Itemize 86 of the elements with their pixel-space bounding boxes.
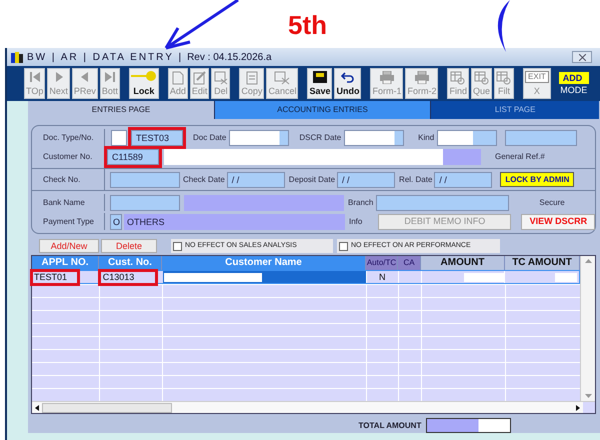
exit-icon: EXIT [525,71,549,83]
toolbar-button[interactable]: Lock [128,68,159,99]
column-header: TC AMOUNT [505,256,580,270]
field-label: Secure [539,196,565,208]
copy-icon [246,71,258,85]
field-label: Info [349,216,362,228]
key-icon [130,71,157,81]
detail-button[interactable]: Add/New [39,239,99,253]
cancel-icon [274,71,290,85]
page-icon [172,71,184,85]
bank-name-field[interactable] [110,194,180,210]
grid-search-icon [496,71,512,85]
customer-name-field[interactable] [164,148,481,164]
toolbar-button[interactable]: Undo [334,68,362,99]
total-amount-label: TOTAL AMOUNT [358,420,422,432]
field-label: Check No. [42,174,82,186]
floppy-icon [312,71,327,83]
dscr-date-field[interactable] [344,130,404,146]
field-label: Rel. Date [399,174,432,186]
window-revision: Rev : 04.15.2026.a [187,50,272,64]
general-ref-field[interactable] [505,130,578,146]
lock-by-admin-button[interactable]: LOCK BY ADMIN [500,172,574,187]
first-record-icon [28,71,41,83]
table-cell-text: C13013 [102,271,136,283]
view-dscrr-button[interactable]: VIEW DSCRR [521,214,596,230]
release-date-field[interactable]: / / [434,172,492,188]
doc-date-field[interactable] [229,130,290,146]
mode-label: MODE [560,84,588,96]
field-label: General Ref.# [495,150,545,162]
debit-memo-info-button[interactable]: DEBIT MEMO INFO [378,214,512,230]
customer-name-input[interactable] [164,272,262,282]
scroll-thumb[interactable] [42,402,172,412]
field-label: Deposit Date [288,174,336,186]
field-label: Doc Date [193,132,226,144]
edit-icon [192,71,207,85]
annotation-label: 5th [288,12,327,38]
column-header: Auto/TC [366,256,398,270]
tab[interactable]: LIST PAGE [430,101,600,119]
last-record-icon [104,71,116,83]
field-label: DSCR Date [299,132,342,144]
checkbox[interactable] [339,242,348,250]
close-icon [578,54,586,60]
previous-icon [78,71,91,83]
field-label: Branch [348,196,374,208]
checkbox[interactable] [173,242,182,250]
column-header: AMOUNT [421,256,505,270]
field-label: Bank Name [42,196,86,208]
table-cell: N [366,271,398,283]
check-number-field[interactable] [110,172,180,188]
grid-search-icon [450,71,466,85]
amount-input[interactable] [464,272,504,282]
branch-field[interactable] [376,194,510,210]
toolbar-button[interactable]: Save [307,68,332,99]
tc-amount-input[interactable] [555,272,577,282]
horizontal-scrollbar[interactable] [32,401,596,413]
undo-icon [340,71,355,83]
printer-icon [378,71,395,84]
doc-number-field[interactable]: TEST03 [131,130,183,146]
kind-field[interactable] [437,130,498,146]
mode-badge: ADD [558,72,589,84]
column-header: Customer Name [162,256,366,270]
payment-description-field: OTHERS [124,214,345,230]
column-header: CA [398,256,421,270]
window-title: BW | AR | DATA ENTRY | [27,50,184,64]
scroll-up-icon[interactable] [584,257,593,265]
detail-button[interactable]: Delete [101,239,157,253]
grid-search-icon [474,71,490,85]
scrollbar-corner [583,402,596,413]
column-header: Cust. No. [99,256,162,270]
field-label: Customer No. [42,150,94,162]
deposit-date-field[interactable]: / / [337,172,396,188]
delete-icon [214,71,228,85]
field-label: Check Date [183,174,225,186]
doc-type-field[interactable] [111,130,127,146]
books-icon [11,51,23,63]
field-label: Doc. Type/No. [42,132,95,144]
tab[interactable]: ACCOUNTING ENTRIES [214,101,430,119]
payment-code-field[interactable]: O [110,214,122,230]
column-header: APPL NO. [32,256,99,270]
check-date-field[interactable]: / / [226,172,285,188]
close-button[interactable] [572,51,592,63]
table-cell-text: TEST01 [33,271,68,283]
printer-icon [414,71,430,84]
customer-number-field[interactable]: C11589 [107,148,159,164]
field-label: Payment Type [42,216,95,228]
field-label: Kind [418,132,434,144]
